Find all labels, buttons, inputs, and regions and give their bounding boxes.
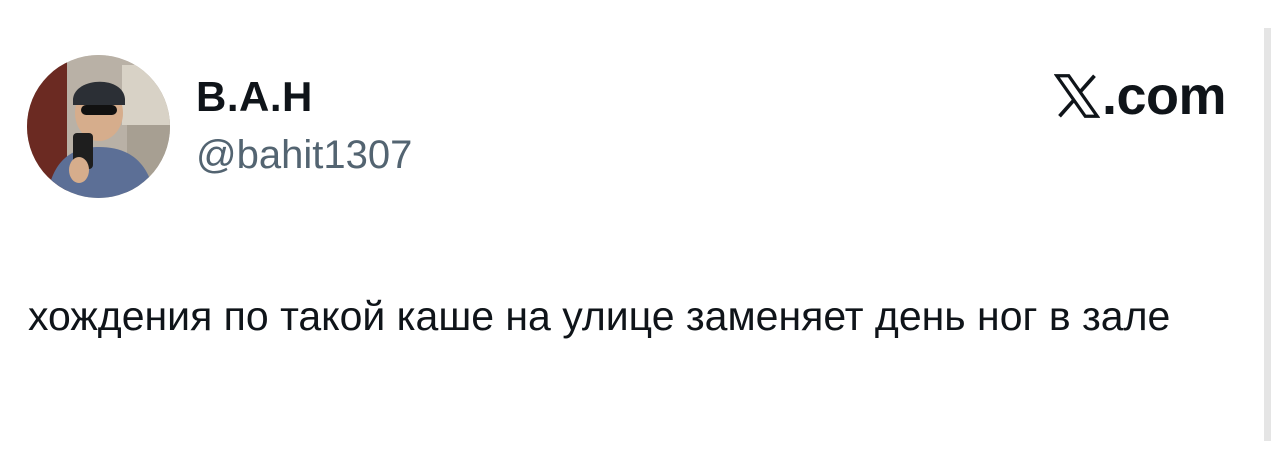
x-logo-icon: [1053, 74, 1100, 118]
scrollbar-track[interactable]: [1264, 28, 1271, 441]
brand-mark: .com: [1053, 66, 1227, 126]
post-card: В.А.Н @bahit1307 .com хождения по такой …: [0, 0, 1284, 449]
avatar-photo: [27, 55, 170, 198]
author-handle[interactable]: @bahit1307: [196, 131, 412, 179]
author-name[interactable]: В.А.Н: [196, 72, 313, 122]
brand-domain-text: .com: [1101, 66, 1227, 126]
avatar[interactable]: [27, 55, 170, 198]
post-text: хождения по такой каше на улице заменяет…: [28, 293, 1171, 339]
